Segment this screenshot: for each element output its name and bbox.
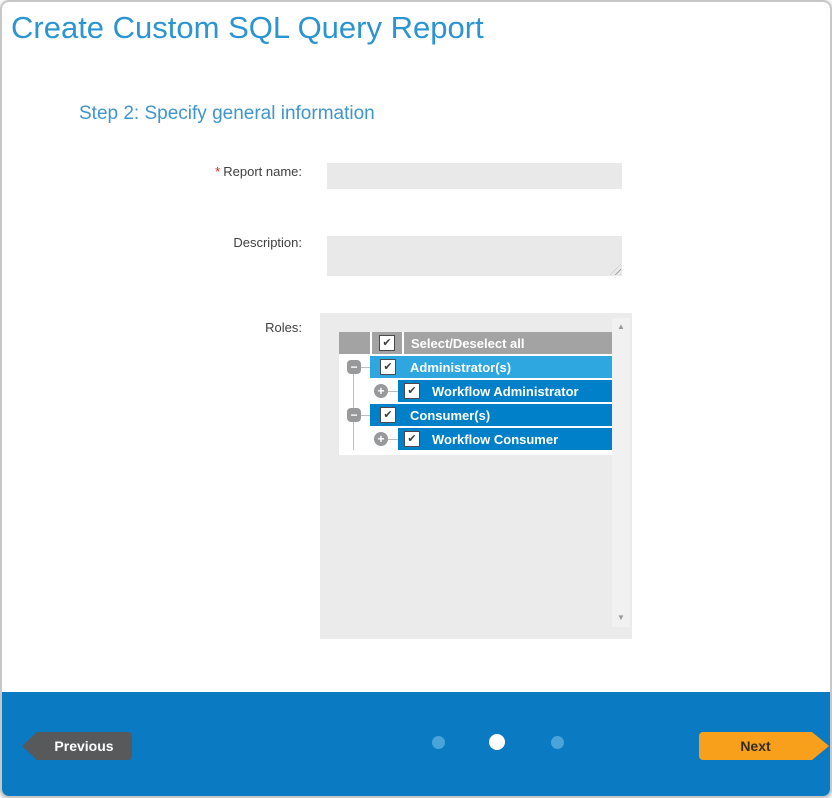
role-checkbox-administrators[interactable]: ✔	[380, 359, 396, 375]
roles-scrollbar[interactable]: ▲ ▼	[612, 318, 630, 627]
next-button[interactable]: Next	[699, 732, 829, 760]
report-name-label-text: Report name:	[223, 164, 302, 179]
collapse-icon-consumers[interactable]: −	[347, 408, 361, 422]
roles-label: Roles:	[142, 320, 302, 335]
role-label: Workflow Administrator	[432, 384, 579, 399]
required-marker: *	[215, 164, 220, 179]
scroll-up-icon[interactable]: ▲	[612, 323, 630, 331]
checkmark-icon: ✔	[382, 338, 391, 349]
role-checkbox-workflow-consumer[interactable]: ✔	[404, 431, 420, 447]
next-button-label: Next	[740, 738, 770, 754]
select-all-label: Select/Deselect all	[411, 336, 524, 351]
wizard-footer: Previous Next	[2, 692, 830, 796]
tree-connector	[361, 415, 370, 416]
step-heading: Step 2: Specify general information	[79, 103, 375, 125]
tree-header-spacer	[339, 332, 370, 354]
role-checkbox-workflow-administrator[interactable]: ✔	[404, 383, 420, 399]
pagination-dot-3[interactable]	[551, 736, 564, 749]
description-label: Description:	[142, 235, 302, 250]
checkmark-icon: ✔	[383, 362, 392, 373]
select-all-checkbox[interactable]: ✔	[379, 335, 395, 351]
report-name-input[interactable]	[327, 163, 622, 189]
pagination-dot-1[interactable]	[432, 736, 445, 749]
checkmark-icon: ✔	[383, 410, 392, 421]
select-all-cell: ✔	[372, 332, 402, 354]
role-row-administrators[interactable]: ✔ Administrator(s)	[370, 356, 614, 378]
previous-arrow-icon	[22, 732, 37, 760]
description-field	[327, 236, 622, 276]
previous-button[interactable]: Previous	[22, 732, 132, 760]
role-row-workflow-administrator[interactable]: ✔ Workflow Administrator	[398, 380, 614, 402]
page-title: Create Custom SQL Query Report	[11, 10, 484, 46]
roles-label-text: Roles:	[265, 320, 302, 335]
expand-icon-workflow-administrator[interactable]: +	[374, 384, 388, 398]
previous-button-label: Previous	[54, 738, 113, 754]
tree-connector	[388, 391, 398, 392]
role-row-workflow-consumer[interactable]: ✔ Workflow Consumer	[398, 428, 614, 450]
role-checkbox-consumers[interactable]: ✔	[380, 407, 396, 423]
select-all-header[interactable]: Select/Deselect all	[404, 332, 614, 354]
report-name-label: *Report name:	[142, 164, 302, 179]
next-arrow-icon	[812, 732, 829, 760]
tree-connector	[361, 367, 370, 368]
role-label: Workflow Consumer	[432, 432, 558, 447]
collapse-icon-administrators[interactable]: −	[347, 360, 361, 374]
tree-connector	[388, 439, 398, 440]
checkmark-icon: ✔	[407, 434, 416, 445]
expand-icon-workflow-consumer[interactable]: +	[374, 432, 388, 446]
role-label: Consumer(s)	[410, 408, 490, 423]
wizard-window: Create Custom SQL Query Report Step 2: S…	[0, 0, 832, 798]
role-label: Administrator(s)	[410, 360, 511, 375]
checkmark-icon: ✔	[407, 386, 416, 397]
roles-panel: ✔ Select/Deselect all − + − + ✔ Administ…	[320, 313, 632, 639]
description-input[interactable]	[327, 236, 622, 276]
scroll-down-icon[interactable]: ▼	[612, 614, 630, 622]
role-row-consumers[interactable]: ✔ Consumer(s)	[370, 404, 614, 426]
pagination-dot-2-active[interactable]	[489, 734, 505, 750]
description-label-text: Description:	[233, 235, 302, 250]
